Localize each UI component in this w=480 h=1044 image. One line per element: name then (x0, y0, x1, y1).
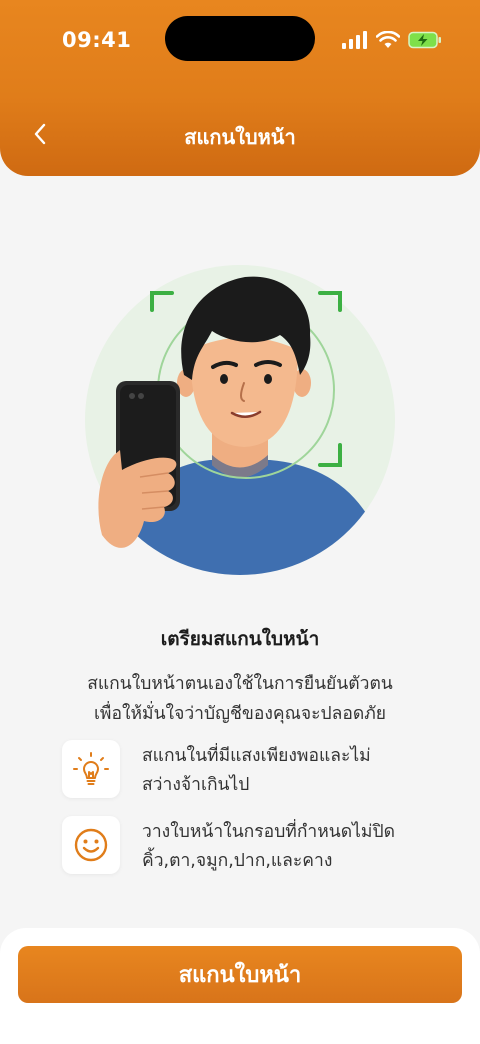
tip-text-line: สแกนในที่มีแสงเพียงพอและไม่ (142, 746, 371, 766)
dynamic-island (165, 16, 315, 61)
tip-text-line: วางใบหน้าในกรอบที่กำหนดไม่ปิด (142, 822, 395, 842)
smiley-face-icon (74, 828, 108, 862)
lightbulb-icon (73, 752, 109, 785)
scan-face-button[interactable]: สแกนใบหน้า (18, 946, 462, 1003)
description-line: เพื่อให้มั่นใจว่าบัญชีของคุณจะปลอดภัย (93, 704, 387, 724)
tip-face-position: วางใบหน้าในกรอบที่กำหนดไม่ปิด คิ้ว,ตา,จม… (62, 816, 442, 876)
status-time: 09:41 (62, 28, 132, 52)
tip-text-line: คิ้ว,ตา,จมูก,ปาก,และคาง (142, 851, 333, 871)
page-title: สแกนใบหน้า (184, 125, 296, 149)
tip-lighting: สแกนในที่มีแสงเพียงพอและไม่ สว่างจ้าเกิน… (62, 740, 442, 800)
tip-icon-container (62, 740, 120, 798)
wifi-icon (376, 31, 400, 48)
navigation-bar: สแกนใบหน้า (0, 108, 480, 162)
app-header: 09:41 สแกนใบหน้า (0, 0, 480, 176)
tip-text: วางใบหน้าในกรอบที่กำหนดไม่ปิด คิ้ว,ตา,จม… (142, 818, 422, 876)
section-description: สแกนใบหน้าตนเองใช้ในการยืนยันตัวตน เพื่อ… (40, 669, 440, 729)
battery-charging-icon (408, 31, 441, 49)
section-title: เตรียมสแกนใบหน้า (160, 628, 320, 650)
status-bar: 09:41 (0, 0, 480, 80)
tip-icon-container (62, 816, 120, 874)
cellular-signal-icon (342, 31, 367, 49)
tip-text: สแกนในที่มีแสงเพียงพอและไม่ สว่างจ้าเกิน… (142, 742, 422, 800)
status-icons (342, 28, 442, 52)
tip-text-line: สว่างจ้าเกินไป (142, 775, 250, 795)
face-scan-illustration (85, 265, 395, 575)
description-line: สแกนใบหน้าตนเองใช้ในการยืนยันตัวตน (87, 674, 393, 694)
